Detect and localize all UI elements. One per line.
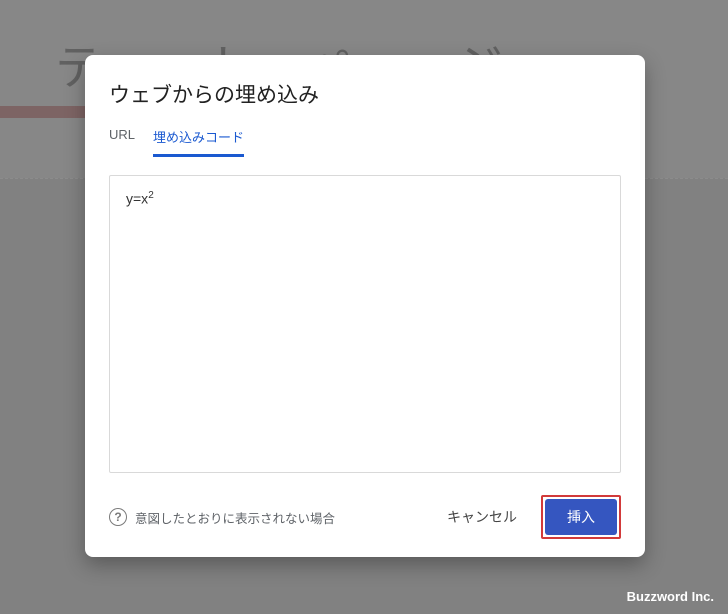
help-text: 意図したとおりに表示されない場合	[135, 508, 335, 527]
embed-content-exponent: 2	[148, 190, 154, 201]
embed-code-textarea[interactable]: y=x2	[109, 175, 621, 473]
embed-content-base: y=x	[126, 191, 148, 207]
dialog-actions: キャンセル 挿入	[437, 495, 621, 539]
dialog-title: ウェブからの埋め込み	[109, 79, 621, 109]
help-icon: ?	[109, 508, 127, 526]
insert-button[interactable]: 挿入	[545, 499, 617, 535]
insert-button-highlight: 挿入	[541, 495, 621, 539]
dialog-tabs: URL 埋め込みコード	[109, 127, 621, 157]
tab-embed-code[interactable]: 埋め込みコード	[153, 127, 244, 157]
tab-url[interactable]: URL	[109, 127, 135, 157]
dialog-footer: ? 意図したとおりに表示されない場合 キャンセル 挿入	[109, 495, 621, 539]
cancel-button[interactable]: キャンセル	[437, 499, 527, 535]
embed-dialog: ウェブからの埋め込み URL 埋め込みコード y=x2 ? 意図したとおりに表示…	[85, 55, 645, 557]
copyright-text: Buzzword Inc.	[627, 589, 714, 604]
help-link[interactable]: ? 意図したとおりに表示されない場合	[109, 508, 335, 527]
